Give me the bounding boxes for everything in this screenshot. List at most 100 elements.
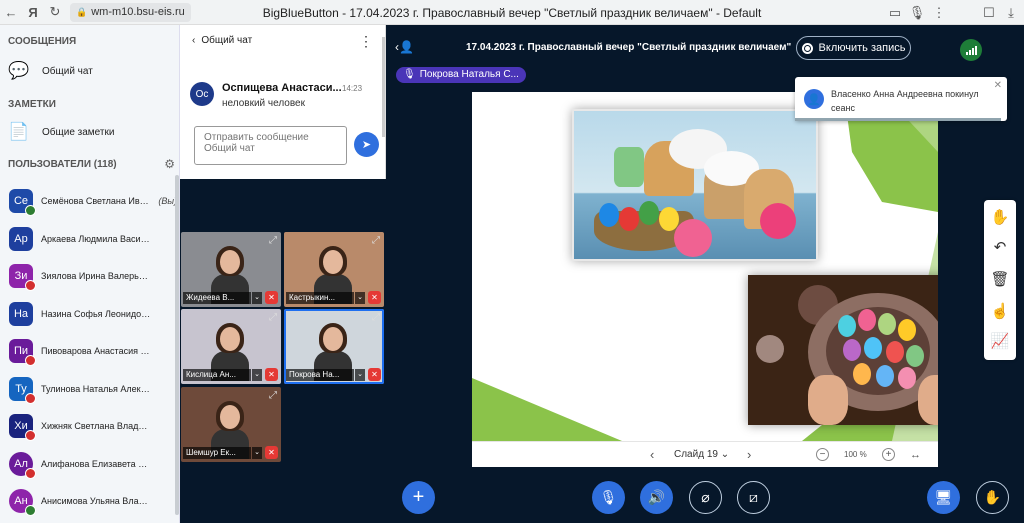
public-chat-item[interactable]: 💬 Общий чат [8,60,92,82]
download-icon[interactable]: ⤓ [1000,2,1022,24]
slide-selector[interactable]: Слайд 19 ⌄ [674,449,729,460]
video-user-name[interactable]: Покрова На... [286,369,354,381]
talking-indicator[interactable]: 🎙 Покрова Наталья С... [396,67,526,83]
zoom-in-icon[interactable]: + [882,448,895,461]
mic-status-icon[interactable]: 🎙 [906,2,928,24]
prev-slide-icon[interactable]: ‹ [650,447,654,462]
video-tile[interactable]: ⤢ Кислица Ан... ⌄ ✕ [181,309,281,384]
camera-off-icon: ⌀ [701,489,710,505]
next-slide-icon[interactable]: › [747,447,751,462]
user-list-item[interactable]: Ту Тулинова Наталья Александров... [9,373,177,405]
fullscreen-icon[interactable]: ⤢ [269,312,277,323]
actions-button[interactable]: + [402,481,435,514]
video-tile[interactable]: ⤢ Шемшур Ек... ⌄ ✕ [181,387,281,462]
chat-title: Общий чат [201,35,253,46]
mute-button[interactable]: 🎙 [592,481,625,514]
toast-text: Власенко Анна Андреевна покинул сеанс [831,89,979,113]
chevron-down-icon[interactable]: ⌄ [355,369,365,381]
audio-button[interactable]: 🔊 [640,481,673,514]
video-tile[interactable]: ⤢ Жидеева В... ⌄ ✕ [181,232,281,307]
chevron-left-icon: ‹ [192,35,196,46]
user-list-toggle-icon[interactable]: ‹👤 [395,40,414,54]
chat-back-button[interactable]: ‹ Общий чат [192,35,252,46]
multi-user-icon[interactable]: 📈 [987,328,1013,354]
chat-options-icon[interactable]: ⋮ [359,33,373,50]
shared-notes-item[interactable]: 📄 Общие заметки [8,121,114,143]
media-icon[interactable]: ▭ [884,2,906,24]
connection-status-icon[interactable] [960,39,982,61]
zoom-out-icon[interactable]: − [816,448,829,461]
slide-controls: ‹ Слайд 19 ⌄ › − 100 % + ↔ [472,441,938,467]
undo-icon[interactable]: ↶ [987,234,1013,260]
gear-icon[interactable]: ⚙ [164,157,175,171]
user-name: Хижняк Светлана Владимиров... [41,421,151,431]
fit-width-icon[interactable]: ↔ [910,449,921,461]
send-button[interactable]: ➤ [354,132,379,157]
user-list-item[interactable]: Ал Алифанова Елизавета Сергее... [9,448,177,480]
avatar-initials: На [13,307,29,320]
users-heading: ПОЛЬЗОВАТЕЛИ (118) [8,159,117,170]
hand-tool-icon[interactable]: ✋ [987,204,1013,230]
avatar: Пи [9,339,36,366]
close-icon[interactable]: ✕ [994,80,1002,91]
presentation-button[interactable]: 🖥 [927,481,960,514]
record-label: Включить запись [818,42,906,54]
user-list-item[interactable]: На Назина Софья Леонидовна [9,298,177,330]
meeting-title: 17.04.2023 г. Православный вечер "Светлы… [466,42,792,53]
main-area: ‹👤 17.04.2023 г. Православный вечер "Све… [386,25,1024,523]
trash-icon[interactable]: 🗑 [987,266,1013,292]
record-button[interactable]: Включить запись [796,36,911,60]
user-list-item[interactable]: Ар Аркаева Людмила Васильевна [9,223,177,255]
slide-label: Слайд 19 [674,449,718,460]
avatar-initials: Ал [14,457,28,470]
user-list-item[interactable]: Зи Зиялова Ирина Валерьевна [9,260,177,292]
plus-icon: + [412,486,425,508]
fullscreen-icon[interactable]: ⤢ [372,235,380,246]
fullscreen-icon[interactable]: ⤢ [269,390,277,401]
speaker-icon: 🔊 [647,489,666,505]
chevron-down-icon[interactable]: ⌄ [355,292,365,304]
screenshare-button[interactable]: ⧄ [737,481,770,514]
video-user-name[interactable]: Шемшур Ек... [183,447,251,459]
chevron-down-icon[interactable]: ⌄ [252,292,262,304]
fullscreen-icon[interactable]: ⤢ [269,235,277,246]
chevron-down-icon[interactable]: ⌄ [252,447,262,459]
user-list-item[interactable]: Ан Анисимова Ульяна Владимиров... [9,485,177,517]
video-user-name[interactable]: Жидеева В... [183,292,251,304]
pointer-icon[interactable]: ☝ [987,298,1013,324]
message-author: Оспищева Анастаси... [222,82,342,94]
muted-icon: ✕ [265,291,278,304]
chevron-down-icon[interactable]: ⌄ [252,369,262,381]
avatar-initials: Ар [14,232,28,245]
user-list-item[interactable]: Се Семёнова Светлана Иван... (Вы) [9,185,177,217]
back-icon[interactable]: ← [0,1,22,23]
user-list-item[interactable]: Пи Пивоварова Анастасия Сергее... [9,335,177,367]
chat-input[interactable] [194,126,347,165]
address-bar[interactable]: 🔒 wm-m10.bsu-eis.ru [70,2,191,22]
fullscreen-icon[interactable]: ⤢ [372,312,380,323]
video-tile[interactable]: ⤢ Покрова На... ⌄ ✕ [284,309,384,384]
muted-icon [25,392,36,404]
menu-icon[interactable]: ⋮ [928,2,950,24]
meeting-header: ‹👤 17.04.2023 г. Православный вечер "Све… [386,35,1024,61]
muted-icon: ✕ [265,368,278,381]
avatar: Се [9,189,36,216]
yandex-icon[interactable]: Я [22,1,44,23]
webcam-button[interactable]: ⌀ [689,481,722,514]
chat-message: Ос Оспищева Анастаси... неловкий человек [190,82,342,109]
scrollbar[interactable] [175,175,179,515]
user-list-item[interactable]: Хи Хижняк Светлана Владимиров... [9,410,177,442]
avatar-initials: Хи [14,420,28,432]
user-name: Тулинова Наталья Александров... [41,383,151,394]
chat-scrollbar[interactable] [382,37,385,137]
muted-icon: ✕ [368,368,381,381]
raise-hand-button[interactable]: ✋ [976,481,1009,514]
avatar: Зи [9,264,36,291]
url-text: wm-m10.bsu-eis.ru [91,6,185,18]
video-user-name[interactable]: Кислица Ан... [183,369,251,381]
reload-icon[interactable]: ↻ [44,1,66,23]
video-tile[interactable]: ⤢ Кастрыкин... ⌄ ✕ [284,232,384,307]
muted-icon [25,467,36,479]
bookmark-icon[interactable]: ☐ [978,2,1000,24]
video-user-name[interactable]: Кастрыкин... [286,292,354,304]
